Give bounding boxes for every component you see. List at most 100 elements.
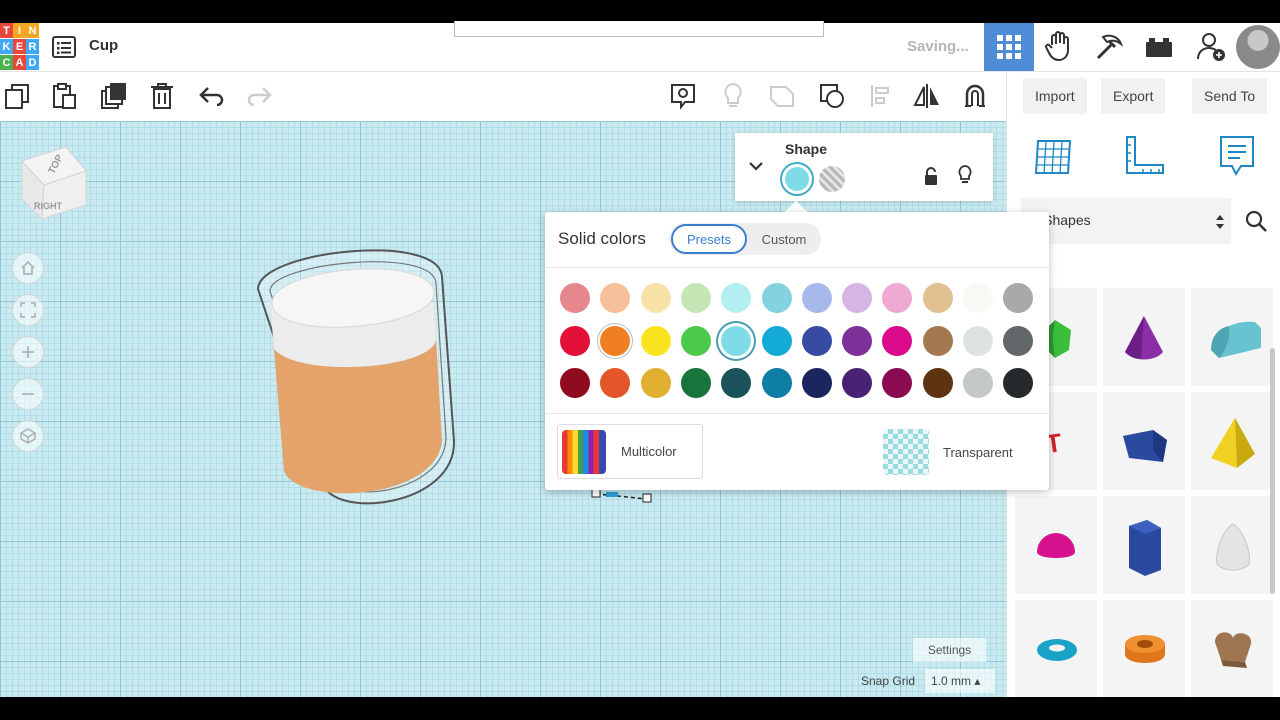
color-swatch[interactable] bbox=[600, 283, 631, 313]
ruler-tool-button[interactable] bbox=[1121, 132, 1169, 180]
yellow-pyramid-shape[interactable] bbox=[1191, 392, 1273, 490]
fit-view-icon bbox=[20, 302, 36, 318]
visibility-bulb-icon[interactable] bbox=[957, 164, 973, 186]
collapse-chevron-icon[interactable] bbox=[748, 160, 764, 172]
import-button[interactable]: Import bbox=[1023, 78, 1087, 114]
color-swatch[interactable] bbox=[1003, 325, 1034, 356]
paste-button[interactable] bbox=[49, 81, 79, 111]
teal-torus-shape[interactable] bbox=[1015, 600, 1097, 697]
color-swatch[interactable] bbox=[680, 368, 711, 398]
shape-library-select[interactable]: Basic Shapes bbox=[1021, 198, 1231, 244]
color-swatch[interactable] bbox=[801, 325, 832, 356]
color-swatch[interactable] bbox=[600, 325, 631, 356]
fit-view-button[interactable] bbox=[12, 294, 44, 326]
color-swatch[interactable] bbox=[640, 368, 671, 398]
send-to-button[interactable]: Send To bbox=[1192, 78, 1268, 114]
shape-search-button[interactable] bbox=[1233, 198, 1279, 244]
home-view-button[interactable] bbox=[12, 252, 44, 284]
transparent-swatch[interactable] bbox=[883, 429, 929, 475]
color-swatch[interactable] bbox=[560, 283, 590, 313]
color-swatch[interactable] bbox=[721, 283, 752, 313]
export-button[interactable]: Export bbox=[1101, 78, 1166, 114]
transparent-label[interactable]: Transparent bbox=[943, 445, 1013, 460]
color-swatch[interactable] bbox=[882, 325, 913, 356]
mirror-button[interactable] bbox=[912, 81, 942, 111]
notes-tool-button[interactable] bbox=[1213, 132, 1261, 180]
color-swatch[interactable] bbox=[600, 368, 631, 398]
workplane-tool-button[interactable] bbox=[1029, 132, 1077, 180]
color-swatch[interactable] bbox=[680, 283, 711, 313]
blue-polygon-shape[interactable] bbox=[1103, 392, 1185, 490]
color-swatch[interactable] bbox=[963, 325, 993, 356]
color-swatch[interactable] bbox=[922, 283, 953, 313]
white-paraboloid-shape[interactable] bbox=[1191, 496, 1273, 594]
hole-swatch[interactable] bbox=[819, 166, 845, 192]
perspective-button[interactable] bbox=[12, 420, 44, 452]
align-button[interactable] bbox=[866, 81, 896, 111]
tinkercad-logo[interactable]: TINKERCAD bbox=[0, 23, 39, 70]
orange-tube-shape[interactable] bbox=[1103, 600, 1185, 697]
group-button[interactable] bbox=[767, 81, 797, 111]
invite-user-button[interactable] bbox=[1186, 23, 1236, 71]
redo-button[interactable] bbox=[244, 81, 274, 111]
ungroup-button[interactable] bbox=[817, 81, 847, 111]
color-swatch[interactable] bbox=[560, 325, 590, 356]
color-swatch[interactable] bbox=[801, 283, 832, 313]
color-swatch[interactable] bbox=[761, 368, 792, 398]
duplicate-button[interactable] bbox=[99, 81, 129, 111]
color-swatch[interactable] bbox=[721, 368, 752, 398]
color-swatch[interactable] bbox=[922, 325, 953, 356]
lock-icon[interactable] bbox=[923, 166, 939, 186]
color-swatch[interactable] bbox=[680, 325, 711, 356]
cup-model[interactable] bbox=[250, 231, 465, 506]
note-button[interactable] bbox=[668, 81, 698, 111]
bricks-button[interactable] bbox=[1134, 23, 1184, 71]
color-swatch[interactable] bbox=[922, 368, 953, 398]
color-swatch[interactable] bbox=[721, 325, 752, 356]
design-list-icon[interactable] bbox=[52, 36, 76, 58]
color-swatch[interactable] bbox=[761, 325, 792, 356]
color-swatch[interactable] bbox=[801, 368, 832, 398]
presets-tab[interactable]: Presets bbox=[671, 224, 747, 254]
color-swatch[interactable] bbox=[842, 325, 873, 356]
custom-tab[interactable]: Custom bbox=[749, 224, 819, 254]
multicolor-label: Multicolor bbox=[621, 444, 677, 459]
logo-letter: R bbox=[26, 39, 39, 54]
color-swatch[interactable] bbox=[963, 368, 993, 398]
settings-button[interactable]: Settings bbox=[913, 638, 986, 662]
delete-button[interactable] bbox=[147, 81, 177, 111]
color-swatch[interactable] bbox=[560, 368, 590, 398]
view-cube[interactable]: TOP RIGHT bbox=[20, 146, 88, 221]
cruise-magnet-button[interactable] bbox=[960, 81, 990, 111]
shapes-scrollbar[interactable] bbox=[1270, 348, 1275, 594]
align-icon bbox=[871, 85, 889, 107]
light-bulb-button[interactable] bbox=[718, 81, 748, 111]
solid-color-swatch[interactable] bbox=[782, 164, 812, 194]
blue-hexagonal-prism-shape[interactable] bbox=[1103, 496, 1185, 594]
color-swatch[interactable] bbox=[640, 325, 671, 356]
teal-half-cylinder-shape[interactable] bbox=[1191, 288, 1273, 386]
magenta-half-sphere-shape[interactable] bbox=[1015, 496, 1097, 594]
purple-cone-shape[interactable] bbox=[1103, 288, 1185, 386]
avatar[interactable] bbox=[1236, 25, 1280, 69]
copy-button[interactable] bbox=[3, 81, 33, 111]
color-swatch[interactable] bbox=[963, 283, 993, 313]
zoom-out-button[interactable] bbox=[12, 378, 44, 410]
color-swatch[interactable] bbox=[1003, 283, 1034, 313]
tinker-button[interactable] bbox=[1034, 23, 1084, 71]
color-swatch[interactable] bbox=[882, 283, 913, 313]
brown-heart-shape[interactable] bbox=[1191, 600, 1273, 697]
zoom-in-button[interactable] bbox=[12, 336, 44, 368]
build-button[interactable] bbox=[1084, 23, 1134, 71]
grid-view-button[interactable] bbox=[984, 23, 1034, 71]
snap-grid-select[interactable]: 1.0 mm ▴ bbox=[925, 669, 995, 693]
color-swatch[interactable] bbox=[842, 283, 873, 313]
undo-button[interactable] bbox=[197, 81, 227, 111]
color-swatch[interactable] bbox=[882, 368, 913, 398]
color-swatch[interactable] bbox=[1003, 368, 1034, 398]
color-swatch[interactable] bbox=[842, 368, 873, 398]
color-swatch[interactable] bbox=[640, 283, 671, 313]
design-title[interactable]: Cup bbox=[89, 37, 118, 54]
color-swatch[interactable] bbox=[761, 283, 792, 313]
multicolor-button[interactable]: Multicolor bbox=[557, 424, 703, 479]
